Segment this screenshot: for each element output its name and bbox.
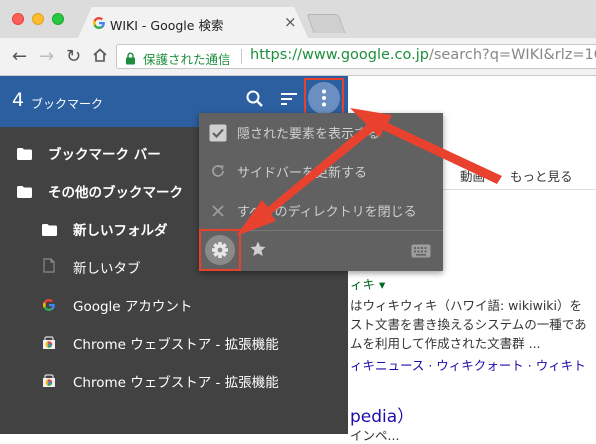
address-separator bbox=[241, 49, 242, 64]
bookmark-label: ブックマーク バー bbox=[48, 147, 161, 163]
page-result-title[interactable]: pedia） bbox=[350, 402, 414, 427]
bookmark-label: その他のブックマーク bbox=[48, 185, 183, 201]
star-icon[interactable] bbox=[249, 240, 267, 262]
google-icon bbox=[42, 297, 56, 316]
url-domain: https://www.google.co.jp bbox=[250, 47, 429, 63]
browser-toolbar: ← → ↻ 保護された通信 https://www.google.co.jp/s… bbox=[0, 38, 596, 76]
minimize-window-button[interactable] bbox=[32, 13, 44, 25]
zoom-window-button[interactable] bbox=[52, 13, 64, 25]
checkbox-icon[interactable] bbox=[209, 124, 227, 146]
secure-label: 保護された通信 bbox=[143, 52, 231, 67]
google-favicon-icon bbox=[92, 15, 106, 34]
search-icon[interactable] bbox=[245, 89, 265, 113]
menu-item-label: サイドバーを更新する bbox=[237, 166, 368, 181]
page-snippet-line: インペ... bbox=[350, 428, 400, 443]
forward-button[interactable]: → bbox=[39, 46, 54, 67]
browser-tab[interactable]: WIKI - Google 検索 × bbox=[78, 7, 308, 38]
new-tab-button[interactable] bbox=[306, 14, 346, 33]
menu-item-collapse-all[interactable]: すべてのディレクトリを閉じる bbox=[199, 191, 443, 230]
address-bar[interactable]: 保護された通信 https://www.google.co.jp/search?… bbox=[116, 44, 596, 69]
sort-icon[interactable] bbox=[279, 89, 299, 113]
bookmark-item[interactable]: Google アカウント bbox=[0, 286, 348, 324]
bookmark-label: 新しいフォルダ bbox=[73, 223, 168, 239]
page-snippet-line: スト文書を書き換えるシステムの一種であ bbox=[350, 317, 587, 332]
lock-icon bbox=[125, 50, 136, 68]
url-text: https://www.google.co.jp/search?q=WIKI&r… bbox=[250, 47, 596, 63]
panel-title: ブックマーク bbox=[31, 97, 104, 111]
folder-icon bbox=[17, 183, 32, 202]
page-snippet-line: ムを利用して作成された文書群 ... bbox=[350, 336, 541, 351]
folder-icon bbox=[17, 145, 32, 164]
page-tab-video[interactable]: 動画 bbox=[460, 166, 485, 185]
tab-close-icon[interactable]: × bbox=[284, 13, 297, 31]
close-window-button[interactable] bbox=[12, 13, 24, 25]
highlight-box-settings bbox=[199, 229, 241, 271]
page-sitelinks[interactable]: ィキニュース · ウィキクォート · ウィキト bbox=[350, 355, 586, 374]
home-icon[interactable] bbox=[92, 47, 108, 68]
chrome-webstore-icon bbox=[42, 335, 56, 354]
keyboard-icon[interactable] bbox=[411, 243, 431, 262]
tab-bar: WIKI - Google 検索 × bbox=[0, 0, 596, 38]
menu-item-label: 隠された要素を表示する bbox=[237, 127, 381, 142]
folder-icon bbox=[42, 221, 57, 240]
bookmark-label: Google アカウント bbox=[73, 299, 193, 315]
tab-title: WIKI - Google 検索 bbox=[110, 18, 224, 33]
bookmark-label: 新しいタブ bbox=[73, 261, 141, 277]
url-path: /search?q=WIKI&rlz=1C5CHF bbox=[428, 47, 596, 63]
page-snippet-line: はウィキウィキ（ハワイ語: wikiwiki）を bbox=[350, 298, 583, 313]
menu-item-show-hidden[interactable]: 隠された要素を表示する bbox=[199, 113, 443, 152]
close-icon bbox=[211, 203, 225, 222]
bookmark-item[interactable]: Chrome ウェブストア - 拡張機能 bbox=[0, 324, 348, 362]
menu-item-label: すべてのディレクトリを閉じる bbox=[237, 205, 417, 220]
bookmark-count: 4 bbox=[12, 89, 25, 111]
refresh-icon bbox=[210, 163, 226, 183]
chrome-webstore-icon bbox=[42, 373, 56, 392]
page-icon bbox=[43, 258, 55, 277]
highlight-box-more-options bbox=[304, 78, 344, 118]
page-snippet-url[interactable]: ィキ ▾ bbox=[350, 274, 385, 293]
menu-item-refresh[interactable]: サイドバーを更新する bbox=[199, 152, 443, 191]
bookmark-label: Chrome ウェブストア - 拡張機能 bbox=[73, 375, 279, 391]
back-button[interactable]: ← bbox=[12, 46, 27, 67]
reload-button[interactable]: ↻ bbox=[66, 46, 81, 67]
bookmark-label: Chrome ウェブストア - 拡張機能 bbox=[73, 337, 279, 353]
bookmark-item[interactable]: Chrome ウェブストア - 拡張機能 bbox=[0, 362, 348, 400]
page-tab-more[interactable]: もっと見る bbox=[510, 166, 573, 185]
